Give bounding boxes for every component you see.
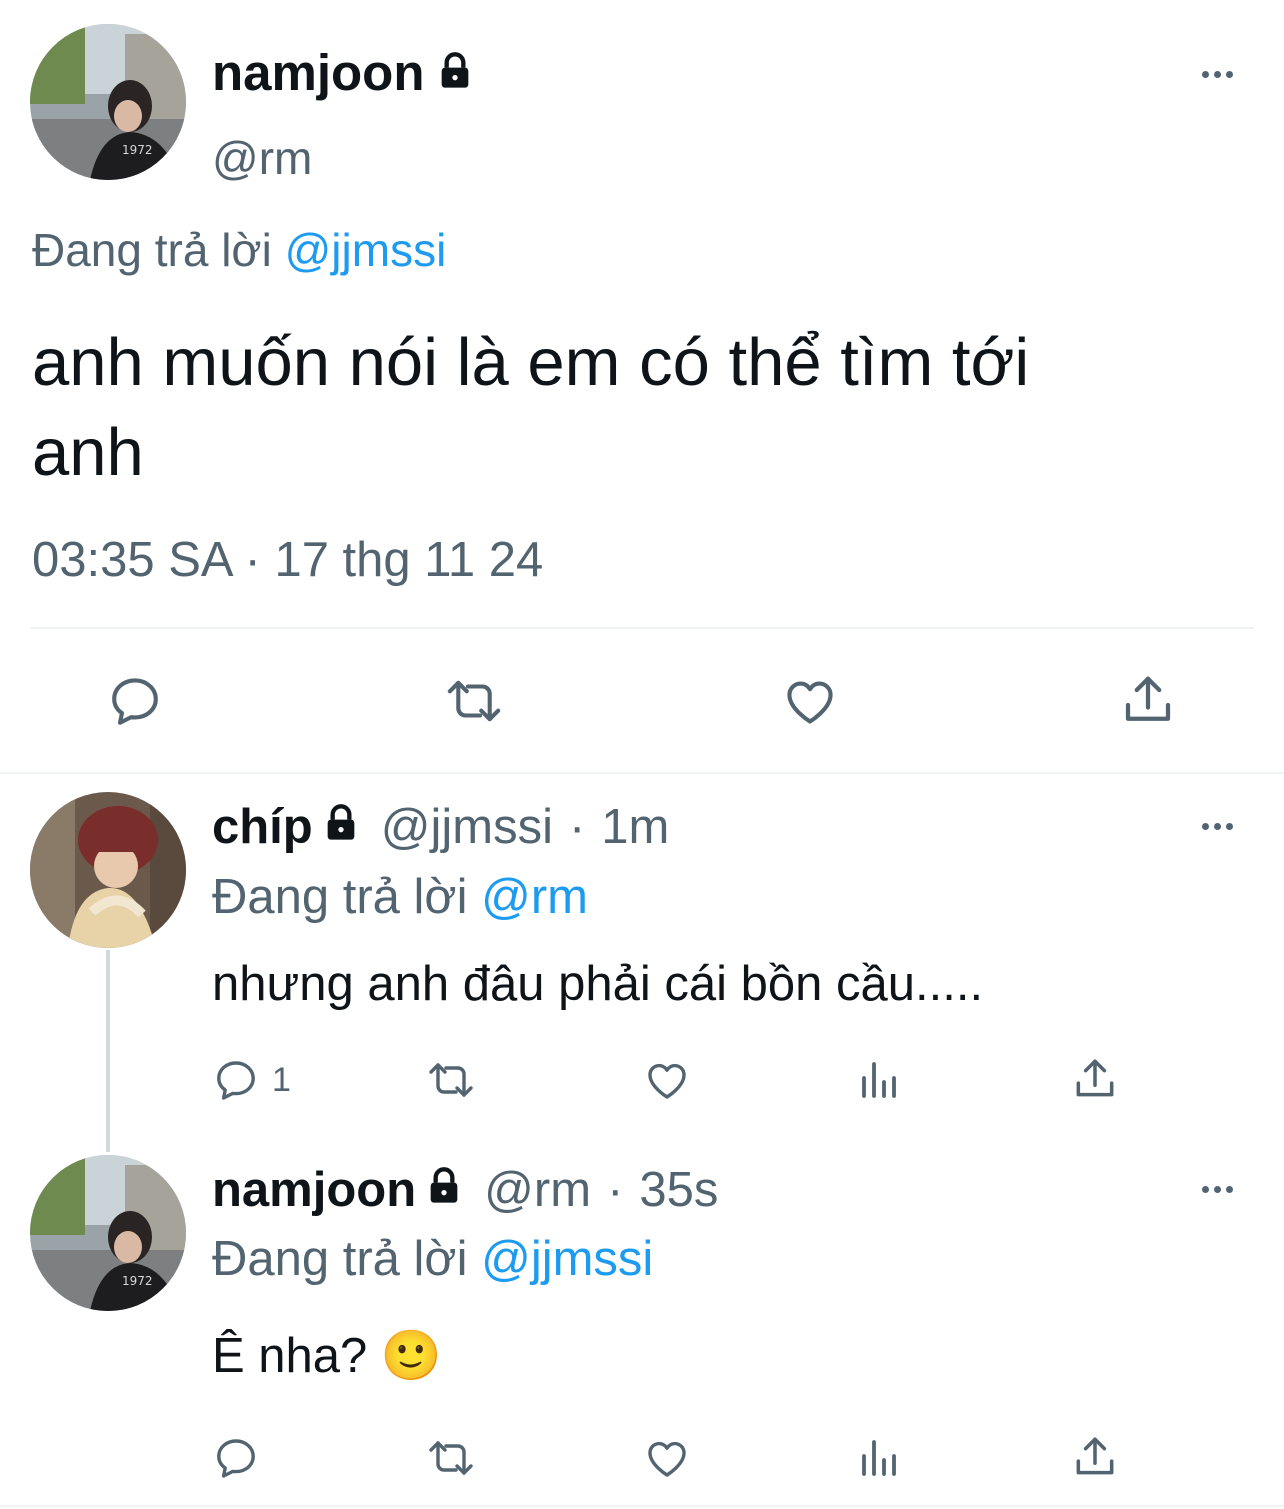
handle[interactable]: @rm bbox=[484, 1162, 591, 1218]
avatar[interactable]: 1972 bbox=[30, 1155, 186, 1311]
display-name[interactable]: namjoon bbox=[212, 40, 425, 106]
author-line: namjoon @rm · 35s bbox=[212, 1160, 718, 1220]
tweet-time[interactable]: 1m bbox=[601, 799, 669, 855]
tweet-time[interactable]: 35s bbox=[639, 1162, 718, 1218]
timestamp[interactable]: 03:35 SA · 17 thg 11 24 bbox=[32, 528, 543, 592]
like-icon[interactable] bbox=[642, 1056, 692, 1104]
reply-icon[interactable] bbox=[106, 672, 164, 730]
analytics-icon[interactable] bbox=[856, 1056, 904, 1104]
replying-to-link[interactable]: @rm bbox=[481, 870, 588, 924]
reply-icon[interactable] bbox=[212, 1434, 260, 1482]
replying-to-link[interactable]: @jjmssi bbox=[481, 1232, 653, 1286]
lock-icon bbox=[435, 51, 475, 96]
author-line: chíp @jjmssi · 1m bbox=[212, 797, 669, 857]
tweet-text-line: anh muốn nói là em có thể tìm tới bbox=[32, 325, 1030, 400]
separator: · bbox=[607, 1163, 624, 1217]
replying-to-link[interactable]: @jjmssi bbox=[285, 224, 447, 276]
share-icon[interactable] bbox=[1070, 1054, 1120, 1104]
replying-to-label: Đang trả lời bbox=[212, 1232, 468, 1286]
tweet-text: anh muốn nói là em có thể tìm tới anh bbox=[32, 318, 1029, 498]
lock-icon bbox=[321, 799, 361, 855]
divider bbox=[0, 1505, 1284, 1507]
retweet-icon[interactable] bbox=[424, 1434, 478, 1482]
divider bbox=[0, 772, 1284, 774]
share-icon[interactable] bbox=[1118, 670, 1178, 730]
tweet-text: nhưng anh đâu phải cái bồn cầu..... bbox=[212, 957, 984, 1011]
replying-to: Đang trả lời @jjmssi bbox=[32, 220, 446, 280]
retweet-icon[interactable] bbox=[442, 672, 506, 730]
more-icon[interactable] bbox=[1202, 823, 1233, 830]
replying-to: Đang trả lời @jjmssi bbox=[212, 1228, 653, 1290]
reply-icon[interactable] bbox=[212, 1056, 260, 1104]
replying-to-label: Đang trả lời bbox=[32, 224, 272, 276]
divider bbox=[30, 627, 1254, 629]
svg-text:1972: 1972 bbox=[122, 1274, 153, 1288]
display-name[interactable]: chíp bbox=[212, 799, 313, 855]
tweet-text: Ê nha? 🙂 bbox=[212, 1329, 442, 1383]
retweet-icon[interactable] bbox=[424, 1056, 478, 1104]
tweet-text-line: anh bbox=[32, 415, 144, 490]
like-icon[interactable] bbox=[642, 1434, 692, 1482]
replying-to-label: Đang trả lời bbox=[212, 870, 468, 924]
svg-text:1972: 1972 bbox=[122, 143, 153, 157]
display-name[interactable]: namjoon bbox=[212, 1162, 416, 1218]
reply-count: 1 bbox=[272, 1061, 291, 1099]
avatar[interactable]: 1972 bbox=[30, 24, 186, 180]
handle[interactable]: @jjmssi bbox=[381, 799, 553, 855]
handle[interactable]: @rm bbox=[212, 128, 312, 188]
like-icon[interactable] bbox=[780, 672, 840, 730]
share-icon[interactable] bbox=[1070, 1432, 1120, 1482]
replying-to: Đang trả lời @rm bbox=[212, 866, 588, 928]
separator: · bbox=[568, 800, 586, 854]
analytics-icon[interactable] bbox=[856, 1434, 904, 1482]
thread-line bbox=[106, 950, 110, 1152]
avatar[interactable] bbox=[30, 792, 186, 948]
author-line: namjoon bbox=[212, 40, 475, 106]
more-icon[interactable] bbox=[1202, 1186, 1233, 1193]
lock-icon bbox=[424, 1162, 464, 1218]
more-icon[interactable] bbox=[1202, 71, 1233, 78]
